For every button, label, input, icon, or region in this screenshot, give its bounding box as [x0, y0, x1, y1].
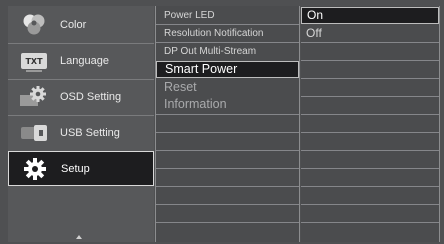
language-icon: TXT: [14, 47, 54, 75]
option-off[interactable]: Off: [301, 25, 439, 42]
submenu-item-reset[interactable]: Reset: [156, 79, 299, 96]
menu-item-label: USB Setting: [60, 127, 120, 139]
divider: [301, 96, 439, 97]
main-menu: Color TXT Language OSD Setting USB Setti…: [8, 6, 154, 242]
menu-item-label: Setup: [61, 162, 90, 175]
divider: [301, 222, 439, 223]
submenu-item-power-led[interactable]: Power LED: [156, 7, 299, 24]
submenu: Power LED Resolution Notification DP Out…: [155, 6, 300, 242]
divider: [156, 186, 299, 187]
divider: [156, 114, 299, 115]
divider: [301, 114, 439, 115]
divider: [156, 132, 299, 133]
menu-item-language[interactable]: TXT Language: [8, 44, 154, 78]
submenu-item-resolution-notification[interactable]: Resolution Notification: [156, 25, 299, 42]
menu-item-color[interactable]: Color: [8, 8, 154, 42]
menu-item-label: Color: [60, 19, 87, 31]
divider: [301, 60, 439, 61]
language-icon-text: TXT: [25, 56, 43, 66]
divider: [156, 150, 299, 151]
color-icon: [14, 11, 54, 39]
submenu-item-dp-out-multi-stream[interactable]: DP Out Multi-Stream: [156, 43, 299, 60]
options-panel: On Off: [301, 6, 440, 242]
menu-item-usb-setting[interactable]: USB Setting: [8, 116, 154, 150]
divider: [301, 168, 439, 169]
menu-item-label: OSD Setting: [60, 91, 122, 103]
menu-item-osd-setting[interactable]: OSD Setting: [8, 80, 154, 114]
gear-icon: [15, 155, 55, 183]
submenu-item-information[interactable]: Information: [156, 96, 299, 113]
menu-item-label: Language: [60, 55, 109, 67]
divider: [156, 168, 299, 169]
option-on[interactable]: On: [301, 7, 439, 24]
divider: [301, 78, 439, 79]
divider: [301, 42, 439, 43]
divider: [156, 222, 299, 223]
submenu-item-smart-power[interactable]: Smart Power: [156, 61, 299, 78]
osd-setting-icon: [14, 83, 54, 111]
osd-menu: Color TXT Language OSD Setting USB Setti…: [0, 0, 444, 244]
divider: [301, 150, 439, 151]
divider: [301, 132, 439, 133]
divider: [301, 204, 439, 205]
scroll-up-arrow-icon[interactable]: [76, 235, 82, 239]
divider: [156, 204, 299, 205]
usb-setting-icon: [14, 119, 54, 147]
menu-item-setup[interactable]: Setup: [8, 151, 154, 186]
divider: [301, 186, 439, 187]
